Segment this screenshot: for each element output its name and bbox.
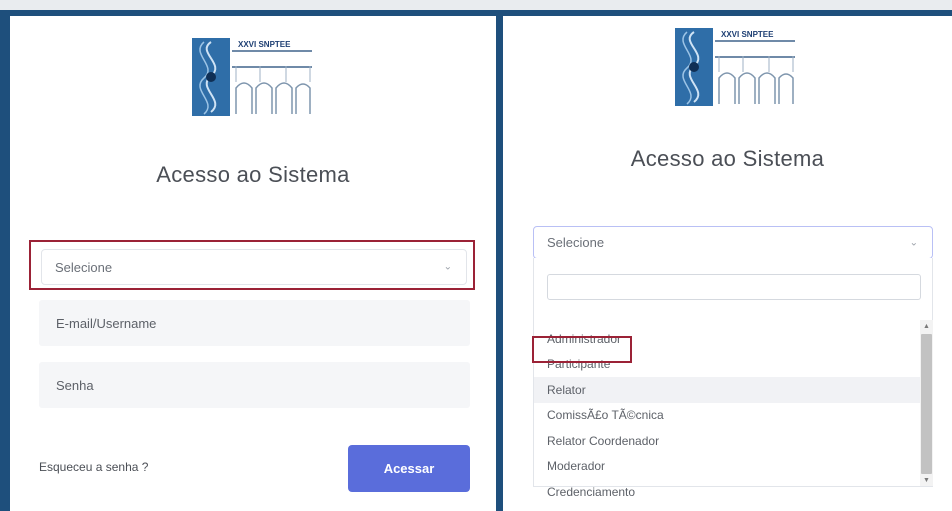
scroll-down-icon[interactable]: ▼ [920, 474, 933, 486]
logo-text: XXVI SNPTEE [238, 40, 291, 49]
option-relator-coordenador[interactable]: Relator Coordenador [534, 428, 920, 454]
option-credenciamento[interactable]: Credenciamento [534, 479, 920, 505]
email-placeholder: E-mail/Username [56, 315, 157, 331]
highlight-box [532, 336, 632, 363]
snptee-logo: XXVI SNPTEE [673, 26, 797, 108]
dropdown-search-input[interactable] [547, 274, 921, 300]
option-relator[interactable]: Relator [534, 377, 920, 403]
snptee-logo: XXVI SNPTEE [190, 36, 314, 118]
option-comissao-tecnica[interactable]: ComissÃ£o TÃ©cnica [534, 403, 920, 429]
option-moderador[interactable]: Moderador [534, 454, 920, 480]
select-value: Selecione [547, 235, 605, 250]
dropdown-scrollbar[interactable]: ▲ ▼ [920, 320, 933, 486]
password-placeholder: Senha [56, 377, 94, 393]
top-strip [0, 0, 952, 10]
login-panel-right: XXVI SNPTEE Acesso ao Sistema Selecione … [503, 16, 952, 511]
chevron-down-icon: ⌄ [909, 237, 918, 248]
profile-dropdown: Administrador Participante Relator Comis… [533, 258, 933, 499]
profile-select-open[interactable]: Selecione ⌄ [533, 226, 933, 259]
scrollbar-thumb[interactable] [921, 334, 932, 474]
forgot-password-link[interactable]: Esqueceu a senha ? [39, 460, 148, 474]
select-value: Selecione [55, 259, 113, 275]
login-button[interactable]: Acessar [348, 445, 470, 492]
page-title: Acesso ao Sistema [630, 146, 825, 171]
login-panel-left: XXVI SNPTEE Acesso ao Sistema Selecione … [10, 16, 496, 511]
page-title: Acesso ao Sistema [156, 162, 350, 187]
logo-text: XXVI SNPTEE [721, 30, 774, 39]
profile-select[interactable]: Selecione ⌄ [41, 249, 467, 285]
password-field[interactable]: Senha [39, 362, 470, 408]
chevron-down-icon: ⌄ [443, 261, 452, 273]
email-field[interactable]: E-mail/Username [39, 300, 470, 346]
scroll-up-icon[interactable]: ▲ [920, 320, 933, 332]
